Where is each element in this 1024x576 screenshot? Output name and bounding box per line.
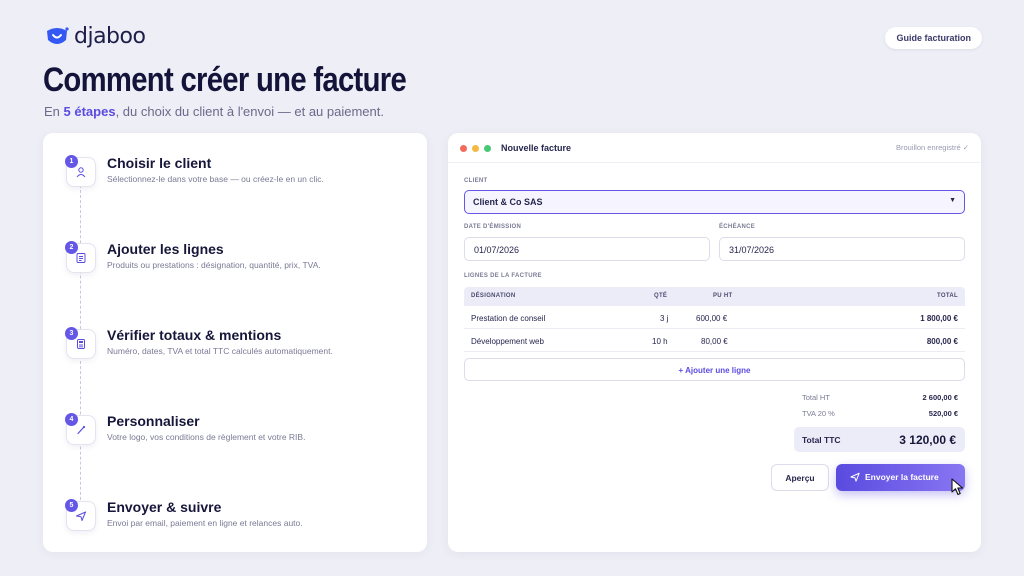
step-number-badge: 5 <box>65 499 78 512</box>
step-4: 4 Personnaliser Votre logo, vos conditio… <box>63 411 413 451</box>
step-icon-box: 4 <box>65 413 96 445</box>
steps-card: 1 Choisir le client Sélectionnez-le dans… <box>43 133 427 552</box>
due-date-input[interactable]: 31/07/2026 <box>719 237 965 261</box>
table-row[interactable]: Développement web 10 h 80,00 € 800,00 € <box>464 329 965 352</box>
cell-designation: Prestation de conseil <box>471 314 546 323</box>
brand-name: djaboo <box>74 24 146 49</box>
send-icon <box>76 511 86 521</box>
invoice-lines-table: DÉSIGNATION QTÉ PU HT TOTAL Prestation d… <box>464 287 965 352</box>
step-5: 5 Envoyer & suivre Envoi par email, paie… <box>63 497 413 537</box>
step-title: Vérifier totaux & mentions <box>107 327 282 343</box>
column-header-qty: QTÉ <box>654 293 668 299</box>
draft-status: Brouillon enregistré ✓ <box>896 143 969 152</box>
step-2: 2 Ajouter les lignes Produits ou prestat… <box>63 239 413 279</box>
step-title: Ajouter les lignes <box>107 241 224 257</box>
user-icon <box>76 167 86 178</box>
guide-facturation-button[interactable]: Guide facturation <box>885 27 982 49</box>
step-title: Envoyer & suivre <box>107 499 222 515</box>
step-title: Choisir le client <box>107 155 212 171</box>
page-title: Comment créer une facture <box>43 61 407 99</box>
cell-total: 800,00 € <box>926 337 958 346</box>
step-number-badge: 2 <box>65 241 78 254</box>
step-description: Votre logo, vos conditions de règlement … <box>107 432 306 442</box>
cell-qty: 10 h <box>652 337 668 346</box>
column-header-total: TOTAL <box>937 293 958 299</box>
window-maximize-dot[interactable] <box>484 145 491 152</box>
logo-icon <box>47 26 69 44</box>
total-ht-label: Total HT <box>802 393 830 402</box>
step-title: Personnaliser <box>107 413 200 429</box>
calculator-icon <box>77 339 85 349</box>
issue-date-input[interactable]: 01/07/2026 <box>464 237 710 261</box>
subtitle-accent: 5 étapes <box>63 104 116 119</box>
window-minimize-dot[interactable] <box>472 145 479 152</box>
step-description: Numéro, dates, TVA et total TTC calculés… <box>107 346 333 356</box>
total-ttc-label: Total TTC <box>802 435 841 445</box>
step-description: Produits ou prestations : désignation, q… <box>107 260 321 270</box>
step-number-badge: 1 <box>65 155 78 168</box>
step-icon-box: 2 <box>65 241 96 273</box>
page-subtitle: En 5 étapes, du choix du client à l'envo… <box>44 104 384 119</box>
step-3: 3 Vérifier totaux & mentions Numéro, dat… <box>63 325 413 365</box>
total-ht-row: Total HT 2 600,00 € <box>800 393 960 405</box>
cell-unit-price: 600,00 € <box>696 314 728 323</box>
step-number-badge: 3 <box>65 327 78 340</box>
step-icon-box: 5 <box>65 499 96 531</box>
total-ttc-box: Total TTC 3 120,00 € <box>794 427 965 452</box>
list-icon <box>76 253 86 263</box>
brand-logo[interactable]: djaboo <box>44 24 146 49</box>
chevron-down-icon: ▼ <box>949 197 956 204</box>
total-ht-value: 2 600,00 € <box>922 393 958 402</box>
step-1: 1 Choisir le client Sélectionnez-le dans… <box>63 153 413 193</box>
send-icon <box>850 472 860 482</box>
total-ttc-value: 3 120,00 € <box>899 433 956 447</box>
step-icon-box: 1 <box>65 155 96 187</box>
preview-button[interactable]: Aperçu <box>771 464 829 491</box>
client-select-value: Client & Co SAS <box>473 197 543 207</box>
step-number-badge: 4 <box>65 413 78 426</box>
due-date-label: Échéance <box>719 224 756 230</box>
brush-icon <box>77 425 86 435</box>
client-label: Client <box>464 178 488 184</box>
invoice-window: Nouvelle facture Brouillon enregistré ✓ … <box>448 133 981 552</box>
cell-total: 1 800,00 € <box>920 314 958 323</box>
cell-designation: Développement web <box>471 337 544 346</box>
tva-row: TVA 20 % 520,00 € <box>800 409 960 421</box>
subtitle-prefix: En <box>44 104 64 119</box>
issue-date-label: Date d'émission <box>464 224 522 230</box>
window-title: Nouvelle facture <box>501 143 572 153</box>
column-header-unit-price: PU HT <box>713 293 733 299</box>
table-row[interactable]: Prestation de conseil 3 j 600,00 € 1 800… <box>464 306 965 329</box>
add-line-button[interactable]: + Ajouter une ligne <box>464 358 965 381</box>
window-titlebar: Nouvelle facture Brouillon enregistré ✓ <box>448 133 981 163</box>
cell-unit-price: 80,00 € <box>701 337 728 346</box>
cell-qty: 3 j <box>660 314 669 323</box>
subtitle-suffix: , du choix du client à l'envoi — et au p… <box>115 104 384 119</box>
step-description: Sélectionnez-le dans votre base — ou cré… <box>107 174 324 184</box>
mouse-cursor-icon <box>951 478 964 496</box>
send-invoice-button[interactable]: Envoyer la facture <box>836 464 965 491</box>
tva-value: 520,00 € <box>928 409 958 418</box>
column-header-designation: DÉSIGNATION <box>471 293 516 299</box>
invoice-lines-label: Lignes de la facture <box>464 273 542 279</box>
tva-label: TVA 20 % <box>802 409 835 418</box>
client-select[interactable]: Client & Co SAS ▼ <box>464 190 965 214</box>
step-icon-box: 3 <box>65 327 96 359</box>
window-close-dot[interactable] <box>460 145 467 152</box>
send-invoice-label: Envoyer la facture <box>865 472 939 482</box>
step-description: Envoi par email, paiement en ligne et re… <box>107 518 303 528</box>
table-header: DÉSIGNATION QTÉ PU HT TOTAL <box>464 287 965 306</box>
